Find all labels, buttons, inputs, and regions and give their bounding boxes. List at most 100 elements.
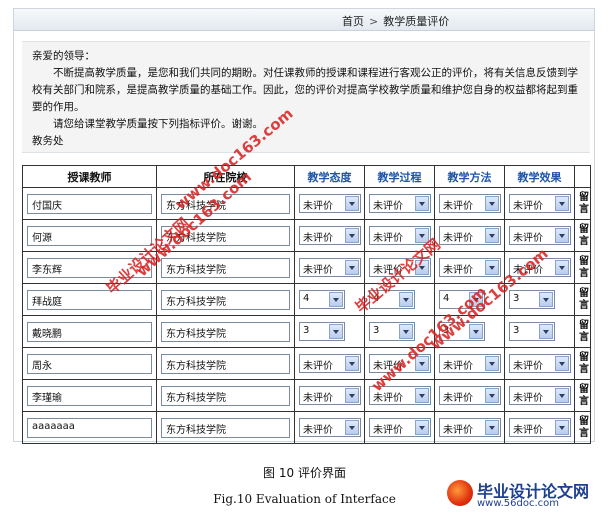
chevron-down-icon[interactable] [345, 260, 359, 275]
effect-select[interactable]: 未评价 [509, 418, 571, 437]
chevron-down-icon[interactable] [469, 324, 483, 339]
effect-select[interactable]: 未评价 [509, 226, 571, 245]
teacher-name-field[interactable]: 李瑾瑜 [27, 385, 152, 406]
process-select[interactable]: 未评价 [369, 354, 431, 373]
chevron-down-icon[interactable] [329, 324, 343, 339]
chevron-down-icon[interactable] [555, 196, 569, 211]
method-cell: 3 [434, 315, 505, 348]
college-field[interactable]: 东方科技学院 [161, 193, 290, 214]
college-cell: 东方科技学院 [156, 315, 295, 348]
college-field[interactable]: 东方科技学院 [161, 417, 290, 438]
teacher-name-field[interactable]: 李东辉 [27, 257, 152, 278]
comment-label: 言 [579, 267, 589, 279]
effect-select[interactable]: 未评价 [509, 258, 571, 277]
chevron-down-icon[interactable] [555, 228, 569, 243]
process-select[interactable]: 未评价 [369, 386, 431, 405]
chevron-down-icon[interactable] [415, 356, 429, 371]
comment-link[interactable]: 留言 [574, 283, 591, 316]
attitude-select[interactable]: 未评价 [299, 386, 361, 405]
college-field[interactable]: 东方科技学院 [161, 353, 290, 374]
teacher-name-field[interactable]: 拜战庭 [27, 289, 152, 310]
attitude-select[interactable]: 未评价 [299, 258, 361, 277]
comment-label: 言 [579, 395, 589, 407]
comment-link[interactable]: 留言 [574, 219, 591, 252]
college-field[interactable]: 东方科技学院 [161, 321, 290, 342]
effect-select[interactable]: 未评价 [509, 354, 571, 373]
chevron-down-icon[interactable] [469, 292, 483, 307]
method-select[interactable]: 未评价 [439, 354, 501, 373]
method-select[interactable]: 未评价 [439, 226, 501, 245]
method-cell: 未评价 [434, 379, 505, 412]
chevron-down-icon[interactable] [415, 260, 429, 275]
attitude-select[interactable]: 3 [299, 322, 345, 341]
process-select[interactable]: 未评价 [369, 226, 431, 245]
attitude-select[interactable]: 未评价 [299, 194, 361, 213]
chevron-down-icon[interactable] [415, 420, 429, 435]
chevron-down-icon[interactable] [345, 228, 359, 243]
effect-select[interactable]: 3 [509, 290, 555, 309]
comment-link[interactable]: 留言 [574, 187, 591, 220]
chevron-down-icon[interactable] [555, 260, 569, 275]
comment-link[interactable]: 留言 [574, 347, 591, 380]
attitude-select[interactable]: 未评价 [299, 418, 361, 437]
method-select[interactable]: 未评价 [439, 194, 501, 213]
method-select[interactable]: 未评价 [439, 258, 501, 277]
comment-link[interactable]: 留言 [574, 379, 591, 412]
attitude-select[interactable]: 未评价 [299, 354, 361, 373]
teacher-name-field[interactable]: 戴晓鹏 [27, 321, 152, 342]
chevron-down-icon[interactable] [345, 388, 359, 403]
chevron-down-icon[interactable] [555, 388, 569, 403]
comment-link[interactable]: 留言 [574, 251, 591, 284]
chevron-down-icon[interactable] [345, 196, 359, 211]
chevron-down-icon[interactable] [329, 292, 343, 307]
effect-select-value: 未评价 [513, 361, 543, 372]
chevron-down-icon[interactable] [399, 292, 413, 307]
method-select[interactable]: 未评价 [439, 418, 501, 437]
chevron-down-icon[interactable] [485, 388, 499, 403]
method-select-value: 4 [443, 293, 450, 304]
method-select[interactable]: 4 [439, 290, 485, 309]
effect-select[interactable]: 未评价 [509, 386, 571, 405]
attitude-select[interactable]: 4 [299, 290, 345, 309]
college-field[interactable]: 东方科技学院 [161, 257, 290, 278]
attitude-select[interactable]: 未评价 [299, 226, 361, 245]
process-select[interactable]: 3 [369, 322, 415, 341]
chevron-down-icon[interactable] [399, 324, 413, 339]
process-select[interactable]: 未评价 [369, 258, 431, 277]
comment-link[interactable]: 留言 [574, 315, 591, 348]
chevron-down-icon[interactable] [345, 356, 359, 371]
college-cell: 东方科技学院 [156, 379, 295, 412]
process-select[interactable]: 未评价 [369, 194, 431, 213]
chevron-down-icon[interactable] [485, 196, 499, 211]
chevron-down-icon[interactable] [415, 228, 429, 243]
college-field[interactable]: 东方科技学院 [161, 385, 290, 406]
process-select[interactable]: 4 [369, 290, 415, 309]
comment-link[interactable]: 留言 [574, 411, 591, 444]
breadcrumb-current: 教学质量评价 [383, 15, 450, 28]
college-field[interactable]: 东方科技学院 [161, 289, 290, 310]
process-select[interactable]: 未评价 [369, 418, 431, 437]
method-select[interactable]: 未评价 [439, 386, 501, 405]
breadcrumb-home-link[interactable]: 首页 [342, 15, 364, 28]
effect-select[interactable]: 未评价 [509, 194, 571, 213]
teacher-cell: 付国庆 [22, 187, 157, 220]
method-select[interactable]: 3 [439, 322, 485, 341]
chevron-down-icon[interactable] [539, 292, 553, 307]
chevron-down-icon[interactable] [415, 196, 429, 211]
effect-select[interactable]: 3 [509, 322, 555, 341]
chevron-down-icon[interactable] [415, 388, 429, 403]
teacher-name-field[interactable]: aaaaaaa [27, 417, 152, 438]
chevron-down-icon[interactable] [485, 260, 499, 275]
chevron-down-icon[interactable] [485, 356, 499, 371]
teacher-name-field[interactable]: 付国庆 [27, 193, 152, 214]
chevron-down-icon[interactable] [345, 420, 359, 435]
teacher-name-field[interactable]: 何源 [27, 225, 152, 246]
intro-greeting: 亲爱的领导： [32, 50, 95, 62]
college-field[interactable]: 东方科技学院 [161, 225, 290, 246]
chevron-down-icon[interactable] [539, 324, 553, 339]
chevron-down-icon[interactable] [555, 356, 569, 371]
chevron-down-icon[interactable] [555, 420, 569, 435]
chevron-down-icon[interactable] [485, 228, 499, 243]
chevron-down-icon[interactable] [485, 420, 499, 435]
teacher-name-field[interactable]: 周永 [27, 353, 152, 374]
